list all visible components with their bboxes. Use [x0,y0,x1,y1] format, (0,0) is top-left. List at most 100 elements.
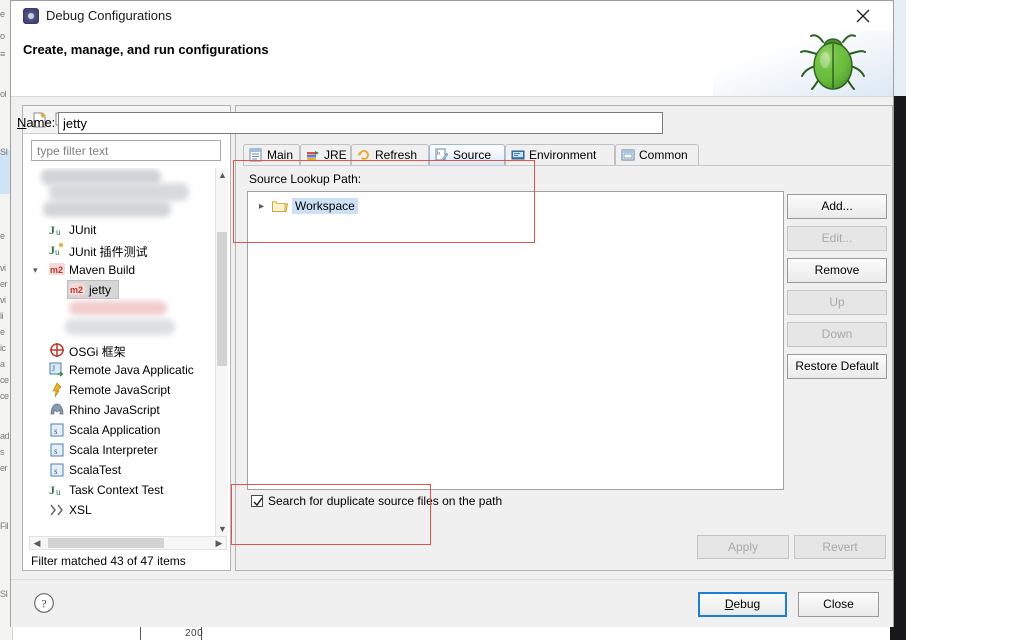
add-button[interactable]: Add... [787,194,887,219]
search-input[interactable]: type filter text [31,140,221,161]
name-input[interactable] [58,112,663,134]
screen: e o ≡ ol SI e vi er vi li e ic a ce ce ad s er Fil SI 200 D… [0,0,1024,640]
tree-item-label: Remote Java Applicatic [69,363,194,377]
tab-main[interactable]: Main [243,144,300,165]
source-tab-icon: b [435,148,449,162]
svg-text:m2: m2 [70,285,83,295]
junit-icon: Ju [49,482,65,498]
debug-configurations-dialog: Debug Configurations Create, manage, and… [10,0,894,627]
tree-item[interactable]: s Scala Application [29,420,225,440]
svg-text:u: u [56,487,61,497]
chevron-right-icon[interactable]: ▶ [213,538,225,549]
configurations-tree[interactable]: Ju JUnit Ju JUnit 插件测试 ▾ m2 Maven Build m2 jetty… [29,168,225,536]
maven-icon: m2 [49,262,65,278]
tab-label: Source [453,148,492,162]
tree-item[interactable]: Ju JUnit 插件测试 [29,240,225,260]
tree-item[interactable]: s Scala Interpreter [29,440,225,460]
tree-item-redacted[interactable] [29,200,225,220]
tree-item-label: ScalaTest [69,463,122,477]
tree-item[interactable]: ▾ m2 Maven Build [29,260,225,280]
scroll-thumb-h[interactable] [48,538,164,548]
tab-jre[interactable]: JRE [300,144,351,165]
source-lookup-path-label: Source Lookup Path: [249,172,362,186]
tab-common[interactable]: Common [615,144,699,165]
scala-icon: s [49,442,65,458]
svg-text:u: u [55,247,60,257]
chevron-down-icon[interactable]: ▾ [33,265,42,275]
checkbox-label: Search for duplicate source files on the… [268,494,503,508]
tree-item[interactable]: OSGi 框架 [29,340,225,360]
source-tab-content: Source Lookup Path: ▸ Workspace Search f… [243,165,891,536]
remote-javascript-icon [49,382,65,398]
remove-button[interactable]: Remove [787,258,887,283]
tree-item-label: Scala Application [69,423,161,437]
tree-item-label: Rhino JavaScript [69,403,160,417]
tab-label: JRE [324,148,347,162]
checkbox-box[interactable] [251,495,263,507]
tree-item[interactable]: J Remote Java Applicatic [29,360,225,380]
dialog-button-bar: ? Debug Close [11,579,893,627]
tree-item[interactable]: Remote JavaScript [29,380,225,400]
tree-item-redacted[interactable] [29,318,225,338]
background-right-strip [893,0,906,96]
tree-item-redacted[interactable] [29,182,225,202]
scala-icon: s [49,422,65,438]
source-lookup-path-list[interactable]: ▸ Workspace [247,191,784,490]
svg-text:J: J [49,483,55,497]
tree-item[interactable]: Ju JUnit [29,220,225,240]
maven-icon: m2 [69,282,85,298]
configurations-tree-panel: type filter text Ju JUnit Ju JUnit 插件测试 ▾ m2 M… [22,105,231,571]
tree-item[interactable]: Ju Task Context Test [29,480,225,500]
tab-source[interactable]: b Source [429,144,505,165]
chevron-up-icon[interactable]: ▲ [218,170,227,180]
dialog-title-bar: Debug Configurations [11,1,893,31]
junit-plugin-icon: Ju [49,242,65,258]
tree-item-label: Task Context Test [69,483,164,497]
tab-environment[interactable]: Environment [505,144,615,165]
svg-text:J: J [52,364,55,373]
tree-vertical-scrollbar[interactable]: ▲ ▼ [215,168,228,536]
remote-java-icon: J [49,362,65,378]
down-button: Down [787,322,887,347]
jre-tab-icon [306,148,320,162]
redacted-block [69,301,167,315]
chevron-left-icon[interactable]: ◀ [31,538,43,549]
close-icon[interactable] [841,1,885,31]
tree-item-redacted[interactable] [29,300,225,320]
tree-item-label: Remote JavaScript [69,383,171,397]
tree-item[interactable]: XSL [29,500,225,520]
refresh-tab-icon [357,148,371,162]
osgi-icon [49,342,65,358]
tree-item[interactable]: m2 jetty [29,280,225,300]
page-title: Create, manage, and run configurations [23,42,269,57]
rhino-icon [49,402,65,418]
tree-horizontal-scrollbar[interactable]: ◀ ▶ [29,536,227,550]
filter-status-text: Filter matched 43 of 47 items [31,554,186,568]
help-icon[interactable]: ? [33,592,55,614]
scroll-thumb[interactable] [217,232,227,366]
tree-item[interactable]: Rhino JavaScript [29,400,225,420]
svg-text:b: b [437,151,440,157]
chevron-down-icon[interactable]: ▼ [218,524,227,534]
tab-label: Common [639,148,688,162]
common-tab-icon [621,148,635,162]
svg-text:m2: m2 [50,265,63,275]
tree-item-label: Scala Interpreter [69,443,158,457]
tab-label: Environment [529,148,597,162]
close-button[interactable]: Close [798,592,879,617]
tab-refresh[interactable]: Refresh [351,144,429,165]
svg-text:u: u [56,227,61,237]
apply-button[interactable]: Apply [697,535,789,559]
svg-text:s: s [54,466,58,476]
restore-default-button[interactable]: Restore Default [787,354,887,379]
debug-config-icon [23,8,39,24]
tree-item-label: JUnit 插件测试 [69,245,148,259]
revert-button[interactable]: Revert [794,535,886,559]
main-tab-icon [249,148,263,162]
chevron-right-icon[interactable]: ▸ [259,201,264,212]
background-bottom-number: 200 [185,628,204,639]
debug-button[interactable]: Debug [698,592,787,617]
tree-item-label: OSGi 框架 [69,345,126,359]
tree-item[interactable]: s ScalaTest [29,460,225,480]
up-button: Up [787,290,887,315]
